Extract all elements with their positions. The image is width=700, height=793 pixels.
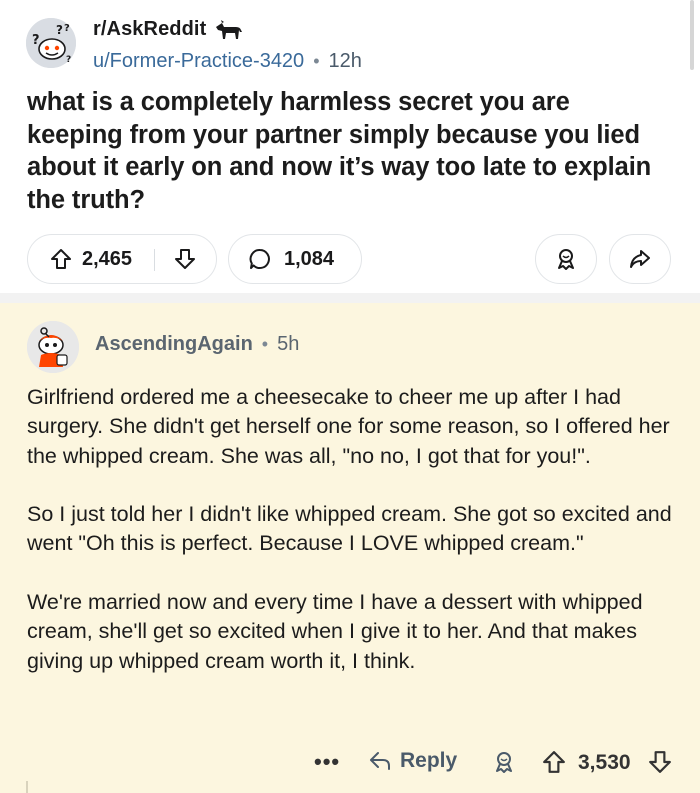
comment-author[interactable]: AscendingAgain [95,333,253,356]
askreddit-snoo-icon: ? ? ? ? [26,18,76,68]
comment-body: Girlfriend ordered me a cheesecake to ch… [27,383,687,676]
svg-text:?: ? [66,55,71,65]
meta-separator: • [261,334,269,354]
post-comment-count: 1,084 [284,247,335,270]
award-icon [558,249,574,270]
scrollbar[interactable] [690,0,694,70]
comment-paragraph: So I just told her I didn't like whipped… [27,502,672,556]
upvote-arrow-icon[interactable] [50,248,72,270]
comment-header: AscendingAgain • 5h [95,333,299,356]
reply-label: Reply [400,749,458,772]
section-divider [0,293,700,303]
donkey-flair-icon [216,19,243,39]
post-actions: 2,465 1,084 [0,234,700,284]
comment-paragraph: We're married now and every time I have … [27,590,643,673]
comment-actions: ••• Reply 3,530 [0,745,700,781]
post-author[interactable]: u/Former-Practice-3420 [93,50,304,73]
svg-text:?: ? [32,33,40,48]
share-arrow-icon [630,250,650,268]
thread-line[interactable] [26,781,28,793]
subreddit-header: r/AskReddit [93,18,244,41]
vote-control: 2,465 [27,234,217,284]
comments-button[interactable]: 1,084 [228,234,362,284]
comment-paragraph: Girlfriend ordered me a cheesecake to ch… [27,385,670,468]
award-button[interactable] [535,234,597,284]
vote-divider [154,249,155,271]
share-button[interactable] [609,234,671,284]
upvote-arrow-icon[interactable] [542,750,566,774]
post-meta: u/Former-Practice-3420 • 12h [93,50,362,73]
meta-separator: • [313,51,320,71]
svg-text:?: ? [56,23,63,37]
downvote-arrow-icon[interactable] [648,750,672,774]
downvote-arrow-icon[interactable] [174,248,196,270]
post-card: ? ? ? ? r/AskReddit u/Former-Practice-34… [0,0,700,293]
svg-text:?: ? [64,23,70,34]
snoo-avatar-icon [27,321,79,373]
comment-age: 5h [277,333,300,355]
award-icon[interactable] [492,750,516,774]
avatar[interactable] [27,321,79,373]
reply-arrow-icon [370,752,390,770]
subreddit-avatar[interactable]: ? ? ? ? [26,18,76,68]
reply-button[interactable]: Reply [368,749,457,773]
post-title[interactable]: what is a completely harmless secret you… [27,86,667,216]
comment-score: 3,530 [578,751,631,774]
more-options-button[interactable]: ••• [314,749,340,775]
post-age: 12h [328,50,362,72]
comment-bubble-icon [249,249,270,269]
comment-card: AscendingAgain • 5h Girlfriend ordered m… [0,303,700,793]
post-upvote-count: 2,465 [82,247,133,270]
subreddit-name[interactable]: r/AskReddit [93,18,206,41]
